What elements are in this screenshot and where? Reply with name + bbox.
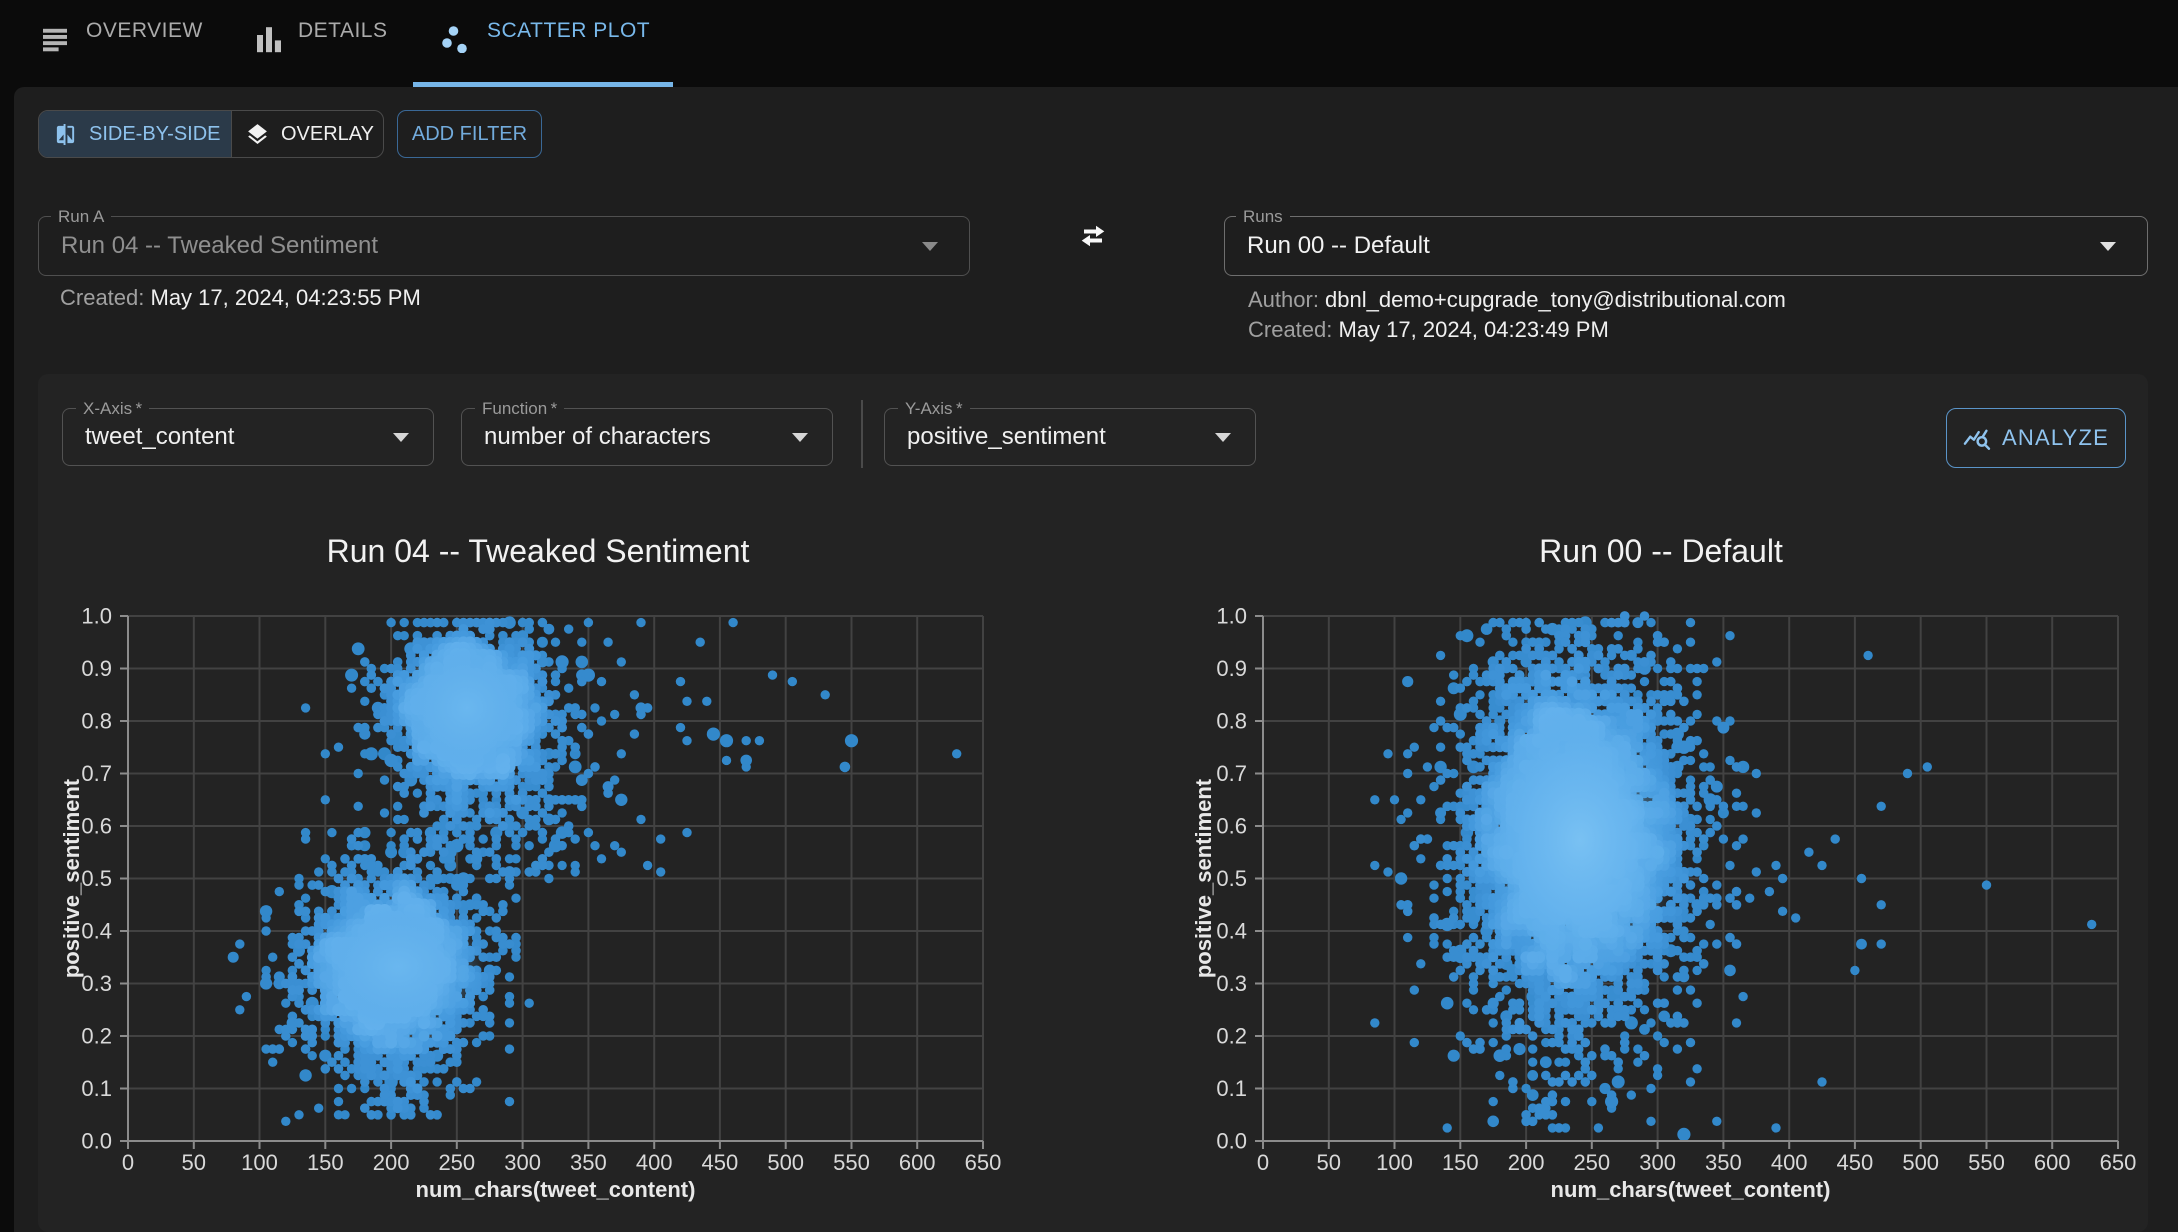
svg-text:0.0: 0.0	[1216, 1129, 1247, 1154]
svg-text:0.5: 0.5	[81, 866, 112, 891]
svg-text:positive_sentiment: positive_sentiment	[59, 778, 84, 978]
svg-text:Run 04 -- Tweaked Sentiment: Run 04 -- Tweaked Sentiment	[327, 533, 750, 569]
svg-text:150: 150	[1442, 1150, 1479, 1175]
svg-text:0.4: 0.4	[81, 919, 112, 944]
svg-text:550: 550	[1968, 1150, 2005, 1175]
svg-text:0.9: 0.9	[1216, 656, 1247, 681]
svg-text:1.0: 1.0	[81, 604, 112, 629]
svg-text:500: 500	[1902, 1150, 1939, 1175]
svg-text:350: 350	[570, 1150, 607, 1175]
svg-text:num_chars(tweet_content): num_chars(tweet_content)	[1551, 1177, 1831, 1202]
svg-text:0.5: 0.5	[1216, 866, 1247, 891]
svg-text:0.2: 0.2	[1216, 1024, 1247, 1049]
svg-text:0.2: 0.2	[81, 1024, 112, 1049]
svg-text:0: 0	[122, 1150, 134, 1175]
svg-text:450: 450	[1837, 1150, 1874, 1175]
svg-text:50: 50	[182, 1150, 206, 1175]
svg-text:250: 250	[438, 1150, 475, 1175]
svg-text:300: 300	[504, 1150, 541, 1175]
svg-text:200: 200	[373, 1150, 410, 1175]
svg-text:0.8: 0.8	[81, 709, 112, 734]
svg-text:0.4: 0.4	[1216, 919, 1247, 944]
svg-text:50: 50	[1317, 1150, 1341, 1175]
svg-text:0: 0	[1257, 1150, 1269, 1175]
svg-text:400: 400	[1771, 1150, 1808, 1175]
svg-text:positive_sentiment: positive_sentiment	[1191, 778, 1216, 978]
svg-text:300: 300	[1639, 1150, 1676, 1175]
svg-text:0.8: 0.8	[1216, 709, 1247, 734]
svg-text:0.3: 0.3	[1216, 971, 1247, 996]
svg-text:200: 200	[1508, 1150, 1545, 1175]
svg-text:600: 600	[2034, 1150, 2071, 1175]
svg-text:Run 00 -- Default: Run 00 -- Default	[1539, 533, 1783, 569]
svg-text:150: 150	[307, 1150, 344, 1175]
svg-text:100: 100	[1376, 1150, 1413, 1175]
svg-text:0.7: 0.7	[81, 761, 112, 786]
svg-text:0.6: 0.6	[1216, 814, 1247, 839]
svg-text:550: 550	[833, 1150, 870, 1175]
svg-text:0.1: 0.1	[81, 1076, 112, 1101]
svg-text:0.0: 0.0	[81, 1129, 112, 1154]
svg-text:0.6: 0.6	[81, 814, 112, 839]
svg-text:450: 450	[702, 1150, 739, 1175]
svg-text:650: 650	[2100, 1150, 2137, 1175]
svg-text:600: 600	[899, 1150, 936, 1175]
svg-text:0.9: 0.9	[81, 656, 112, 681]
svg-text:0.1: 0.1	[1216, 1076, 1247, 1101]
svg-text:650: 650	[965, 1150, 1002, 1175]
svg-text:num_chars(tweet_content): num_chars(tweet_content)	[416, 1177, 696, 1202]
svg-text:350: 350	[1705, 1150, 1742, 1175]
svg-text:100: 100	[241, 1150, 278, 1175]
svg-text:1.0: 1.0	[1216, 604, 1247, 629]
svg-text:250: 250	[1573, 1150, 1610, 1175]
svg-text:0.3: 0.3	[81, 971, 112, 996]
svg-text:500: 500	[767, 1150, 804, 1175]
svg-text:0.7: 0.7	[1216, 761, 1247, 786]
svg-text:400: 400	[636, 1150, 673, 1175]
